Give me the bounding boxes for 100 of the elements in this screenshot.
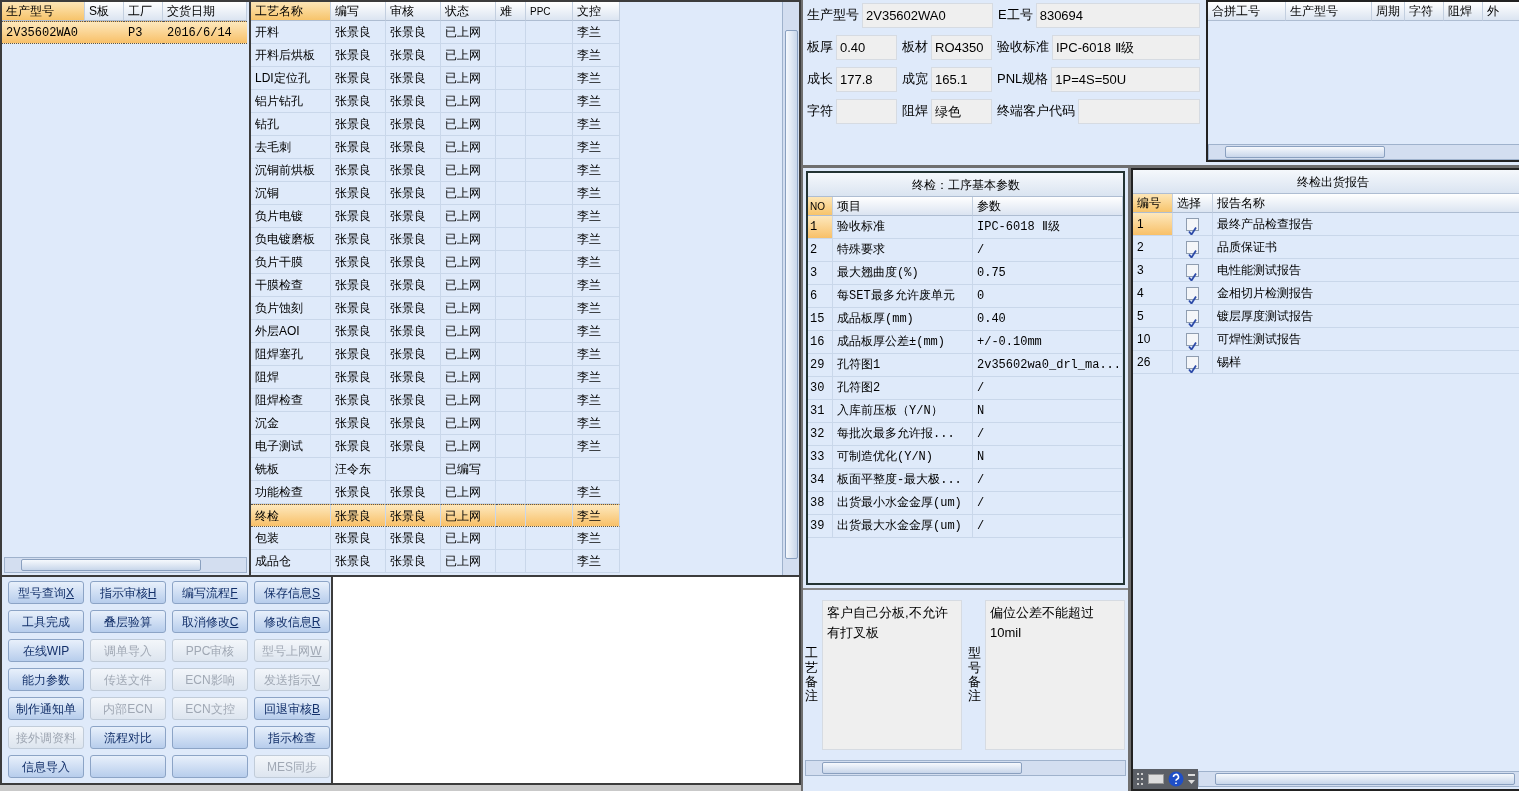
table-row[interactable]: 包装 张景良 张景良 已上网 李兰 [251,527,622,550]
table-cell[interactable]: 3 [1133,259,1173,282]
input-field[interactable]: 1P=4S=50U [1051,66,1200,92]
column-header[interactable]: 编号 [1133,194,1173,213]
button[interactable]: 工具完成 [8,610,84,633]
column-header[interactable]: 交货日期 [163,2,247,21]
input-field[interactable]: IPC-6018 Ⅱ级 [1052,34,1200,60]
table-row[interactable]: 负片电镀 张景良 张景良 已上网 李兰 [251,205,622,228]
table-row[interactable]: 负片干膜 张景良 张景良 已上网 李兰 [251,251,622,274]
table-row[interactable]: 电子测试 张景良 张景良 已上网 李兰 [251,435,622,458]
table-row[interactable]: 开料 张景良 张景良 已上网 李兰 [251,21,622,44]
text-area[interactable]: 客户自己分板,不允许有打叉板 [822,600,962,750]
table-row[interactable]: 沉金 张景良 张景良 已上网 李兰 [251,412,622,435]
input-field[interactable] [1078,98,1200,124]
scrollbar[interactable] [1208,144,1519,160]
button[interactable]: 回退审核B [254,697,330,720]
table-cell[interactable]: 39 [808,515,833,538]
text-area[interactable]: 偏位公差不能超过10mil [985,600,1125,750]
table-cell[interactable]: 2 [1133,236,1173,259]
column-header[interactable]: 编写 [331,2,386,21]
button[interactable]: 能力参数 [8,668,84,691]
checkbox[interactable] [1186,241,1199,255]
table-cell[interactable]: 38 [808,492,833,515]
button[interactable]: 指示审核H [90,581,166,604]
button[interactable] [172,755,248,778]
input-field[interactable]: 0.40 [836,34,897,60]
button[interactable]: 取消修改C [172,610,248,633]
table-row[interactable]: 负电镀磨板 张景良 张景良 已上网 李兰 [251,228,622,251]
table-row[interactable]: 阻焊检查 张景良 张景良 已上网 李兰 [251,389,622,412]
button[interactable]: 流程对比 [90,726,166,749]
table-row[interactable]: 沉铜 张景良 张景良 已上网 李兰 [251,182,622,205]
button[interactable]: 在线WIP [8,639,84,662]
checkbox[interactable] [1186,218,1199,232]
table-cell[interactable]: 15 [808,308,833,331]
column-header[interactable]: 合拼工号 [1208,2,1286,21]
checkbox[interactable] [1186,264,1199,278]
table-cell[interactable]: 30 [808,377,833,400]
input-field[interactable]: 830694 [1035,2,1200,28]
scrollbar[interactable] [782,2,799,575]
table-row[interactable]: 负片蚀刻 张景良 张景良 已上网 李兰 [251,297,622,320]
column-header[interactable]: 难 [496,2,526,21]
table-cell[interactable]: 5 [1133,305,1173,328]
table-cell[interactable]: 34 [808,469,833,492]
column-header[interactable]: 外 [1483,2,1519,21]
column-header[interactable]: 生产型号 [1286,2,1372,21]
input-field[interactable]: RO4350 [931,34,992,60]
button[interactable] [90,755,166,778]
table-cell[interactable]: 1 [808,216,833,239]
input-field[interactable]: 绿色 [931,98,992,124]
button[interactable]: 修改信息R [254,610,330,633]
grip-icon[interactable] [1136,772,1144,786]
minimize-icon[interactable] [1188,773,1195,785]
table-cell[interactable]: 2 [808,239,833,262]
table-row[interactable]: 终检 张景良 张景良 已上网 李兰 [251,504,622,527]
input-field[interactable]: 2V35602WA0 [862,2,993,28]
button[interactable] [172,726,248,749]
column-header[interactable]: 生产型号 [2,2,85,21]
button[interactable]: 指示检查 [254,726,330,749]
table-cell[interactable]: 32 [808,423,833,446]
input-field[interactable] [836,98,897,124]
column-header[interactable]: 状态 [441,2,496,21]
checkbox[interactable] [1186,310,1199,324]
table-row[interactable]: 铣板 汪令东 已编写 [251,458,622,481]
table-cell[interactable]: 33 [808,446,833,469]
column-header[interactable]: 参数 [973,197,1123,216]
button[interactable]: 信息导入 [8,755,84,778]
column-header[interactable]: NO [808,197,833,216]
table-row[interactable]: 阻焊塞孔 张景良 张景良 已上网 李兰 [251,343,622,366]
button[interactable]: 编写流程F [172,581,248,604]
table-row[interactable]: 去毛刺 张景良 张景良 已上网 李兰 [251,136,622,159]
table-cell[interactable]: 6 [808,285,833,308]
table-cell[interactable]: 1 [1133,213,1173,236]
scrollbar[interactable] [1198,771,1519,787]
column-header[interactable]: 阻焊 [1444,2,1483,21]
checkbox[interactable] [1186,287,1199,301]
column-header[interactable]: 文控 [573,2,620,21]
help-icon[interactable] [1168,771,1184,787]
table-cell[interactable]: 10 [1133,328,1173,351]
column-header[interactable]: 字符 [1405,2,1444,21]
table-row[interactable]: 外层AOI 张景良 张景良 已上网 李兰 [251,320,622,343]
table-row[interactable]: 开料后烘板 张景良 张景良 已上网 李兰 [251,44,622,67]
button[interactable]: 型号查询X [8,581,84,604]
table-cell[interactable]: 16 [808,331,833,354]
column-header[interactable]: 项目 [833,197,973,216]
table-row[interactable]: 阻焊 张景良 张景良 已上网 李兰 [251,366,622,389]
button[interactable]: 制作通知单 [8,697,84,720]
column-header[interactable]: 周期 [1372,2,1405,21]
table-row[interactable]: 2V35602WA0 P3 2016/6/14 [2,21,249,44]
table-cell[interactable]: 26 [1133,351,1173,374]
table-row[interactable]: 铝片钻孔 张景良 张景良 已上网 李兰 [251,90,622,113]
table-row[interactable]: 沉铜前烘板 张景良 张景良 已上网 李兰 [251,159,622,182]
input-field[interactable]: 177.8 [836,66,897,92]
checkbox[interactable] [1186,356,1199,370]
table-row[interactable]: 成品仓 张景良 张景良 已上网 李兰 [251,550,622,573]
scrollbar[interactable] [4,557,247,573]
button[interactable]: 保存信息S [254,581,330,604]
table-cell[interactable]: 29 [808,354,833,377]
column-header[interactable]: PPC [526,2,573,21]
table-row[interactable]: 干膜检查 张景良 张景良 已上网 李兰 [251,274,622,297]
column-header[interactable]: 审核 [386,2,441,21]
